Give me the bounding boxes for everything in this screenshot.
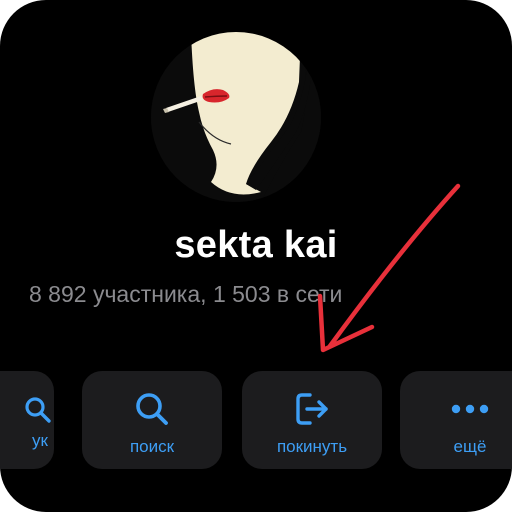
search-button[interactable]: поиск [82,371,222,469]
group-avatar[interactable] [151,32,321,202]
more-label: ещё [453,437,487,456]
leave-button[interactable]: покинуть [242,371,382,469]
search-icon [24,391,54,431]
more-button[interactable]: ещё [400,371,512,469]
partial-action-button[interactable]: ук [0,371,54,469]
leave-icon [292,389,332,429]
app-frame: sekta kai 8 892 участника, 1 503 в сети … [0,0,512,512]
search-label: поиск [129,437,175,456]
partial-action-label: ук [32,431,48,450]
members-count: 8 892 участника, 1 503 в сети [29,281,343,307]
search-icon [132,389,172,429]
group-title: sekta kai [174,224,338,266]
avatar-illustration [151,32,321,202]
leave-label: покинуть [276,437,348,456]
more-icon [448,389,492,429]
